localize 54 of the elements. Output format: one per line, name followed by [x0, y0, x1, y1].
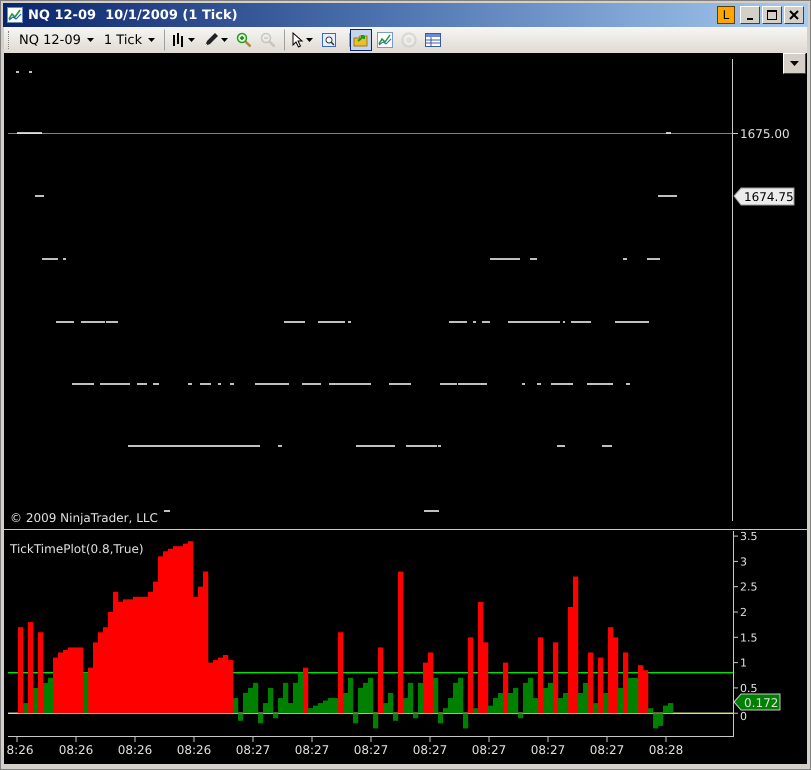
y-axis-label: 1.5 — [740, 631, 758, 644]
pencil-icon — [203, 32, 220, 48]
y-axis-label: 3.5 — [740, 530, 758, 544]
y-axis-label: 1 — [740, 656, 747, 670]
price-label: 1675.00 — [740, 127, 790, 141]
time-label: 08:27 — [530, 743, 566, 757]
caret-icon — [148, 38, 156, 42]
time-label: 08:27 — [412, 743, 448, 757]
minimize-icon — [747, 18, 753, 20]
current-value-label: 0.172 — [733, 694, 780, 710]
time-label: 08:26 — [118, 743, 152, 757]
window-title: NQ 12-09 10/1/2009 (1 Tick) — [28, 8, 239, 22]
time-label: 08:26 — [176, 743, 212, 757]
time-label: 08:28 — [648, 743, 684, 757]
maximize-button[interactable] — [762, 6, 782, 24]
instrument-dropdown[interactable]: NQ 12-09 — [15, 30, 98, 50]
minimize-button[interactable] — [740, 6, 760, 24]
maximize-icon — [767, 10, 777, 20]
time-label: 08:27 — [472, 743, 506, 757]
chart-title: TickTimePlot(0.8,True) — [10, 542, 144, 556]
properties-button[interactable] — [350, 29, 372, 51]
y-axis-label: 2.5 — [740, 580, 758, 594]
time-label: 08:27 — [354, 743, 388, 757]
caret-icon — [188, 38, 196, 42]
axis-tick — [732, 133, 738, 134]
caret-icon — [790, 61, 799, 66]
coin-icon — [401, 32, 418, 48]
pointer-icon — [292, 32, 304, 48]
caret-icon — [221, 38, 228, 42]
interval-dropdown[interactable]: 1 Tick — [100, 30, 160, 50]
time-label: 08:27 — [590, 743, 624, 757]
chart-icon — [7, 7, 23, 23]
folder-arrow-icon — [353, 32, 370, 48]
time-label: 08:27 — [294, 743, 330, 757]
table-icon — [425, 32, 442, 48]
line-chart-icon — [377, 32, 394, 48]
caret-icon — [306, 38, 314, 42]
time-label: 8:26 — [6, 743, 34, 757]
y-axis-label: 2 — [740, 606, 747, 619]
scroll-down-button[interactable] — [783, 53, 806, 74]
link-button[interactable]: L — [717, 6, 735, 24]
zoom-out-icon — [260, 32, 276, 48]
y-axis-label: 0.5 — [740, 682, 758, 695]
y-axis-label: 3 — [740, 555, 747, 568]
copyright-text: © 2009 NinjaTrader, LLC — [10, 511, 158, 525]
time-label: 08:26 — [58, 743, 94, 757]
close-icon — [789, 10, 799, 20]
y-axis-label: 0 — [740, 710, 747, 724]
time-label: 08:27 — [236, 743, 270, 757]
close-button[interactable] — [784, 6, 804, 24]
zoom-in-icon — [236, 32, 252, 48]
window-magnifier-icon — [321, 32, 338, 48]
caret-icon — [86, 38, 94, 42]
last-price-label: 1674.75 — [733, 188, 794, 206]
